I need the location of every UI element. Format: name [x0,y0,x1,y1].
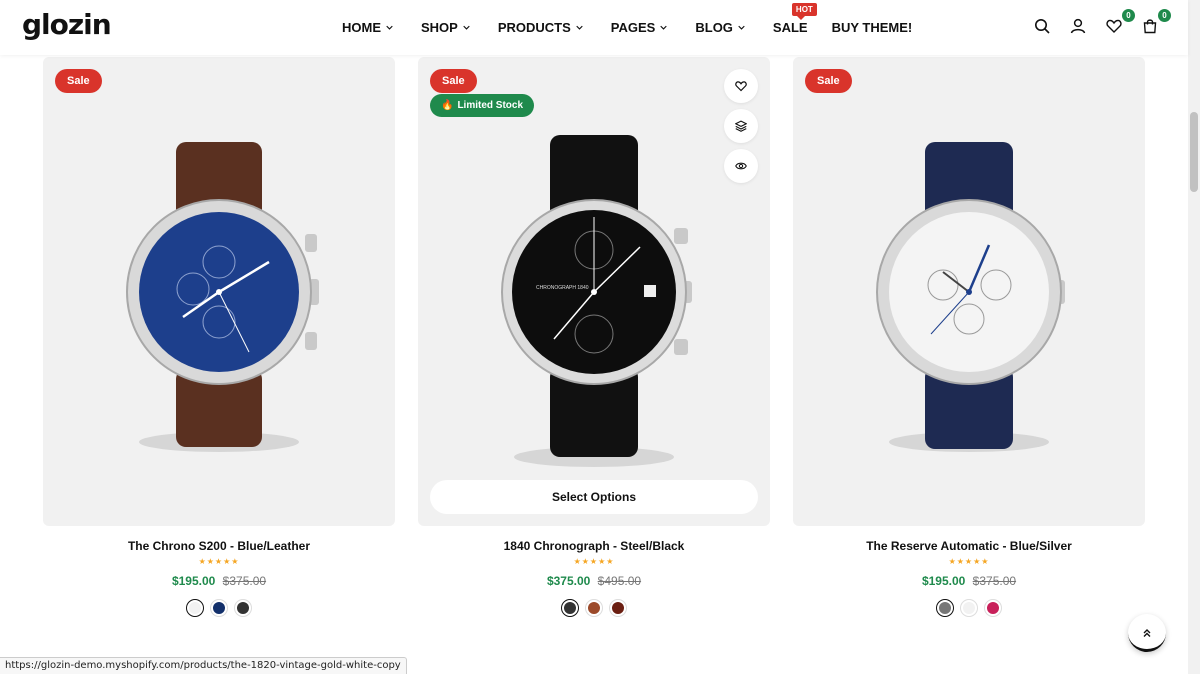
star-rating: ★★★★★ [948,557,990,566]
sale-badge: Sale [805,69,852,93]
layers-icon [735,120,747,132]
swatch-black[interactable] [561,599,579,617]
header-actions: 0 0 [1032,9,1171,38]
compare-price: $375.00 [972,574,1017,588]
product-card[interactable]: Sale The Reserve Automatic - Blue/Silver… [793,57,1145,617]
color-swatches [418,599,770,617]
cart-icon [1143,19,1157,34]
sale-price: $375.00 [546,574,591,588]
chevron-down-icon [576,25,583,30]
sale-price: $195.00 [171,574,216,588]
cart-count: 0 [1158,9,1171,22]
swatch-white[interactable] [186,599,204,617]
heart-icon [735,81,747,92]
nav-home-label: HOME [342,20,381,35]
nav-products-label: PRODUCTS [497,20,571,35]
add-to-wishlist-button[interactable] [724,69,758,103]
nav-home[interactable]: HOME [342,20,393,35]
swatch-brown[interactable] [585,599,603,617]
product-title[interactable]: 1840 Chronograph - Steel/Black [418,539,770,553]
nav-pages[interactable]: PAGES [611,20,668,35]
product-card[interactable]: Sale The Chrono S200 - Blue/Leather ★★★★… [43,57,395,617]
product-title[interactable]: The Reserve Automatic - Blue/Silver [793,539,1145,553]
quick-view-button[interactable] [724,149,758,183]
limited-stock-badge: 🔥 Limited Stock [430,94,535,117]
swatch-gray[interactable] [936,599,954,617]
nav-buy-theme[interactable]: BUY THEME! [832,20,913,35]
watch-image [876,142,1065,452]
chevron-down-icon [738,25,745,30]
sale-badge: Sale [430,69,477,93]
nav-buy-theme-label: BUY THEME! [831,20,913,35]
watch-image [126,142,319,452]
star-rating: ★★★★★ [573,557,615,566]
fire-icon: 🔥 [441,100,454,111]
product-image[interactable]: Sale [43,57,395,526]
swatch-white[interactable] [960,599,978,617]
cart-button[interactable]: 0 [1140,9,1171,38]
site-header: glozin HOME SHOP PRODUCTS PAGES BLOG SAL… [0,0,1188,55]
user-icon [1070,18,1086,34]
sale-price: $195.00 [921,574,966,588]
product-image[interactable]: Sale [793,57,1145,526]
product-image[interactable]: CHRONOGRAPH 1840 Sale 🔥 Limited Stock Se… [418,57,770,526]
nav-products[interactable]: PRODUCTS [498,20,583,35]
product-price: $195.00 $375.00 [43,574,395,588]
limited-stock-label: Limited Stock [457,100,524,111]
back-to-top-button[interactable] [1128,614,1166,652]
swatch-pink[interactable] [984,599,1002,617]
nav-shop[interactable]: SHOP [421,20,470,35]
star-rating: ★★★★★ [198,557,240,566]
nav-blog[interactable]: BLOG [695,20,745,35]
wishlist-button[interactable]: 0 [1104,9,1135,38]
chevrons-up-icon [1143,629,1151,637]
search-icon [1035,19,1050,34]
nav-sale[interactable]: SALE HOT [772,3,817,35]
color-swatches [793,599,1145,617]
account-button[interactable] [1068,14,1088,38]
eye-icon [735,162,747,170]
page-scrollbar[interactable] [1188,0,1200,674]
sale-badge: Sale [55,69,102,93]
heart-icon [1106,19,1122,33]
status-url: https://glozin-demo.myshopify.com/produc… [0,657,407,674]
nav-pages-label: PAGES [610,20,656,35]
swatch-blue[interactable] [210,599,228,617]
compare-price: $495.00 [597,574,642,588]
hot-badge: HOT [791,3,817,20]
chevron-down-icon [386,25,393,30]
compare-price: $375.00 [222,574,267,588]
nav-blog-label: BLOG [695,20,733,35]
nav-shop-label: SHOP [421,20,458,35]
color-swatches [43,599,395,617]
dial-text: CHRONOGRAPH 1840 [536,285,589,291]
swatch-black[interactable] [234,599,252,617]
product-title[interactable]: The Chrono S200 - Blue/Leather [43,539,395,553]
main-nav: HOME SHOP PRODUCTS PAGES BLOG SALE HOT B… [342,0,940,55]
compare-button[interactable] [724,109,758,143]
nav-sale-label: SALE [772,20,808,35]
swatch-dark-red[interactable] [609,599,627,617]
product-price: $375.00 $495.00 [418,574,770,588]
product-card[interactable]: CHRONOGRAPH 1840 Sale 🔥 Limited Stock Se… [418,57,770,617]
search-button[interactable] [1032,14,1052,38]
chevron-down-icon [463,25,470,30]
product-price: $195.00 $375.00 [793,574,1145,588]
chevron-down-icon [660,25,668,30]
site-logo[interactable]: glozin [22,8,112,41]
wishlist-count: 0 [1122,9,1135,22]
scrollbar-thumb[interactable] [1190,112,1198,192]
watch-image: CHRONOGRAPH 1840 [501,135,692,467]
select-options-button[interactable]: Select Options [430,480,758,514]
